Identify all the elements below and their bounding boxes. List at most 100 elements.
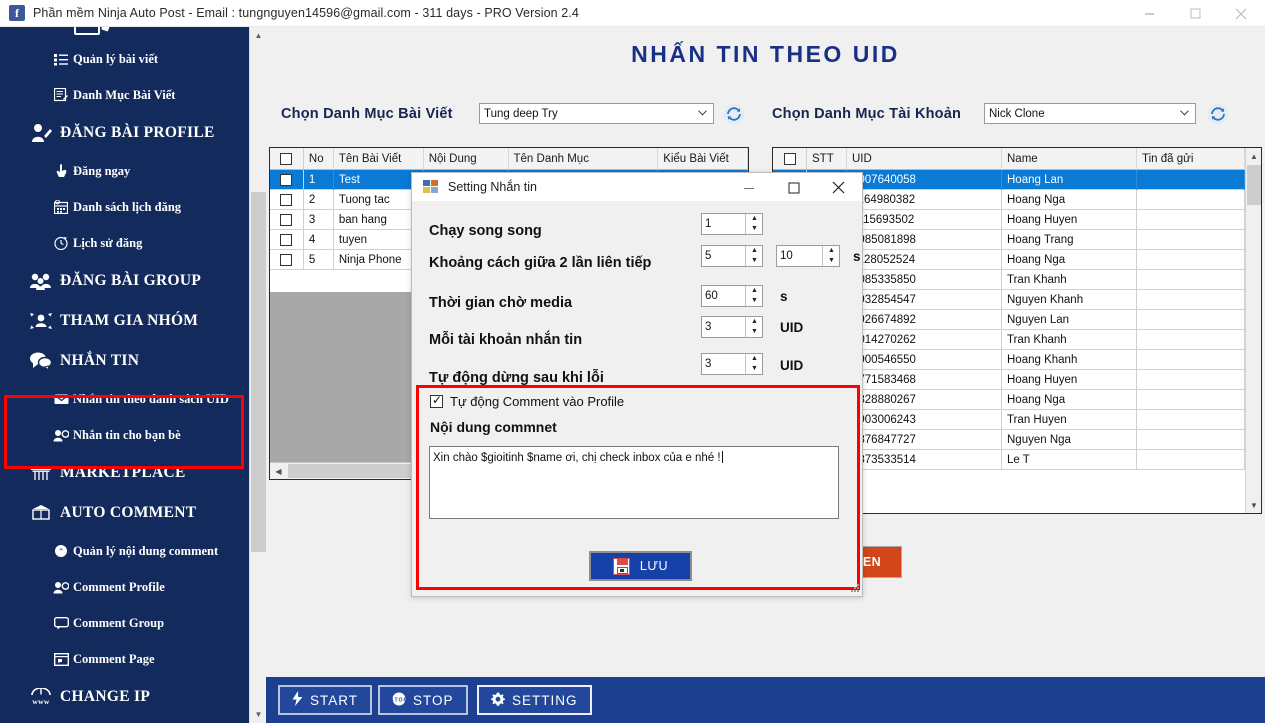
main-vertical-scrollbar[interactable]: ▲ ▼ (249, 27, 266, 723)
field-label-chay-song-song: Chạy song song (429, 223, 542, 239)
spinner-buttons[interactable]: ▲ ▼ (822, 246, 839, 266)
spinner-down-icon[interactable]: ▼ (746, 256, 763, 266)
scroll-down-icon[interactable]: ▼ (250, 706, 267, 723)
cell-no: 1 (304, 169, 334, 190)
sidebar-item-label: ĐĂNG BÀI PROFILE (60, 124, 215, 141)
row-checkbox-cell[interactable] (270, 230, 304, 249)
spinner-down-icon[interactable]: ▼ (746, 224, 763, 234)
row-checkbox-cell[interactable] (270, 170, 304, 189)
save-button[interactable]: LƯU (589, 551, 692, 581)
sidebar-item-lich-su-dang[interactable]: Lịch sử đăng (0, 225, 249, 261)
maximize-icon[interactable] (1172, 0, 1218, 27)
select-all-checkbox-cell[interactable] (773, 148, 807, 169)
khoang-cach-max-input[interactable]: 10 ▲ ▼ (776, 245, 840, 267)
sidebar-item-nhan-tin-cho-ban-be[interactable]: Nhắn tin cho bạn bè (0, 417, 249, 453)
cell-uid: 0900546550 (847, 349, 1002, 370)
row-checkbox[interactable] (280, 173, 293, 186)
refresh-post-category-button[interactable] (720, 100, 748, 128)
row-checkbox-cell[interactable] (270, 250, 304, 269)
scrollbar-thumb[interactable] (1247, 165, 1261, 205)
scroll-up-icon[interactable]: ▲ (250, 27, 267, 44)
dialog-resize-grip[interactable] (850, 584, 860, 594)
row-checkbox[interactable] (280, 213, 293, 226)
sidebar-item-comment-group[interactable]: Comment Group (0, 605, 249, 641)
sidebar-item-label: Danh sách lịch đăng (73, 199, 182, 214)
sidebar-item-dang-ngay[interactable]: Đăng ngay (0, 153, 249, 189)
sidebar-item-nhan-tin[interactable]: NHẮN TIN (0, 341, 249, 381)
stop-button[interactable]: STOP STOP (378, 685, 468, 715)
khoang-cach-min-input[interactable]: 5 ▲ ▼ (701, 245, 763, 267)
sidebar-item-dang-bai-profile[interactable]: ĐĂNG BÀI PROFILE (0, 113, 249, 153)
sidebar-item-danh-sach-lich-dang[interactable]: Danh sách lịch đăng (0, 189, 249, 225)
row-checkbox-cell[interactable] (270, 210, 304, 229)
sidebar-item-marketplace[interactable]: MARKETPLACE (0, 453, 249, 493)
start-button[interactable]: START (278, 685, 373, 715)
www-icon: www (26, 688, 56, 706)
cell-sent (1137, 369, 1245, 390)
auto-comment-checkbox-row[interactable]: Tự động Comment vào Profile (430, 393, 624, 409)
thoi-gian-cho-media-input[interactable]: 60 ▲ ▼ (701, 285, 763, 307)
spinner-buttons[interactable]: ▲ ▼ (745, 354, 762, 374)
spinner-down-icon[interactable]: ▼ (746, 296, 763, 306)
sidebar-item-quan-ly-bai-viet[interactable]: Quản lý bài viết (0, 41, 249, 77)
sidebar-item-danh-muc-bai-viet[interactable]: Danh Mục Bài Viết (0, 77, 249, 113)
chevron-down-icon (698, 109, 707, 118)
field-label-khoang-cach: Khoảng cách giữa 2 lần liên tiếp (429, 255, 652, 271)
spinner-buttons[interactable]: ▲ ▼ (745, 246, 762, 266)
setting-button[interactable]: SETTING (477, 685, 592, 715)
sidebar-item-comment-page[interactable]: Comment Page (0, 641, 249, 677)
account-category-value: Nick Clone (989, 107, 1045, 120)
sidebar-item-dang-bai-group[interactable]: ĐĂNG BÀI GROUP (0, 261, 249, 301)
comment-content-value: Xin chào $gioitinh $name ơi, chị check i… (433, 452, 721, 464)
quote-icon: " (52, 544, 70, 558)
scroll-left-icon[interactable]: ◀ (270, 463, 287, 479)
sidebar-item-change-ip[interactable]: www CHANGE IP (0, 677, 249, 717)
refresh-account-category-button[interactable] (1204, 100, 1232, 128)
hand-click-icon (52, 164, 70, 178)
minimize-icon[interactable] (1126, 0, 1172, 27)
maximize-icon[interactable] (771, 173, 816, 202)
cell-sent (1137, 269, 1245, 290)
sidebar-item-tham-gia-nhom[interactable]: THAM GIA NHÓM (0, 301, 249, 341)
cell-sent (1137, 209, 1245, 230)
svg-text:www: www (32, 697, 49, 706)
row-checkbox[interactable] (280, 193, 293, 206)
row-checkbox-cell[interactable] (270, 190, 304, 209)
cell-uid: 0876847727 (847, 429, 1002, 450)
sidebar-item-label: Lịch sử đăng (73, 235, 143, 250)
row-checkbox[interactable] (280, 233, 293, 246)
close-icon[interactable] (1218, 0, 1264, 27)
spinner-buttons[interactable]: ▲ ▼ (745, 317, 762, 337)
scroll-down-icon[interactable]: ▼ (1246, 497, 1261, 513)
cell-no: 4 (304, 229, 334, 250)
minimize-icon[interactable] (726, 173, 771, 202)
spinner-down-icon[interactable]: ▼ (823, 256, 840, 266)
tu-dong-dung-sau-khi-loi-input[interactable]: 3 ▲ ▼ (701, 353, 763, 375)
chay-song-song-input[interactable]: 1 ▲ ▼ (701, 213, 763, 235)
post-category-dropdown[interactable]: Tung deep Try (479, 103, 714, 124)
cell-uid: 1007640058 (847, 169, 1002, 190)
scroll-up-icon[interactable]: ▲ (1246, 148, 1261, 164)
spinner-down-icon[interactable]: ▼ (746, 327, 763, 337)
tu-dong-dung-sau-khi-loi-value: 3 (705, 358, 712, 370)
sidebar-item-auto-comment[interactable]: AUTO COMMENT (0, 493, 249, 533)
sidebar-item-comment-profile[interactable]: Comment Profile (0, 569, 249, 605)
spinner-buttons[interactable]: ▲ ▼ (745, 214, 762, 234)
moi-tai-khoan-nhan-tin-input[interactable]: 3 ▲ ▼ (701, 316, 763, 338)
select-all-checkbox[interactable] (783, 152, 796, 165)
sidebar-item-quan-ly-noi-dung-comment[interactable]: " Quản lý nội dung comment (0, 533, 249, 569)
select-all-checkbox[interactable] (280, 152, 293, 165)
spinner-down-icon[interactable]: ▼ (746, 364, 763, 374)
account-category-dropdown[interactable]: Nick Clone (984, 103, 1196, 124)
select-all-checkbox-cell[interactable] (270, 148, 304, 169)
sidebar-item-nhan-tin-theo-danh-sach-uid[interactable]: Nhắn tin theo danh sách UID (0, 381, 249, 417)
scrollbar-thumb[interactable] (251, 192, 266, 552)
cell-uid: 1014270262 (847, 329, 1002, 350)
comment-content-textarea[interactable]: Xin chào $gioitinh $name ơi, chị check i… (429, 446, 839, 519)
cell-sent (1137, 169, 1245, 190)
auto-comment-checkbox[interactable] (430, 393, 443, 408)
close-icon[interactable] (816, 173, 861, 202)
row-checkbox[interactable] (280, 253, 293, 266)
uid-table-vertical-scrollbar[interactable]: ▲ ▼ (1245, 148, 1261, 513)
spinner-buttons[interactable]: ▲ ▼ (745, 286, 762, 306)
